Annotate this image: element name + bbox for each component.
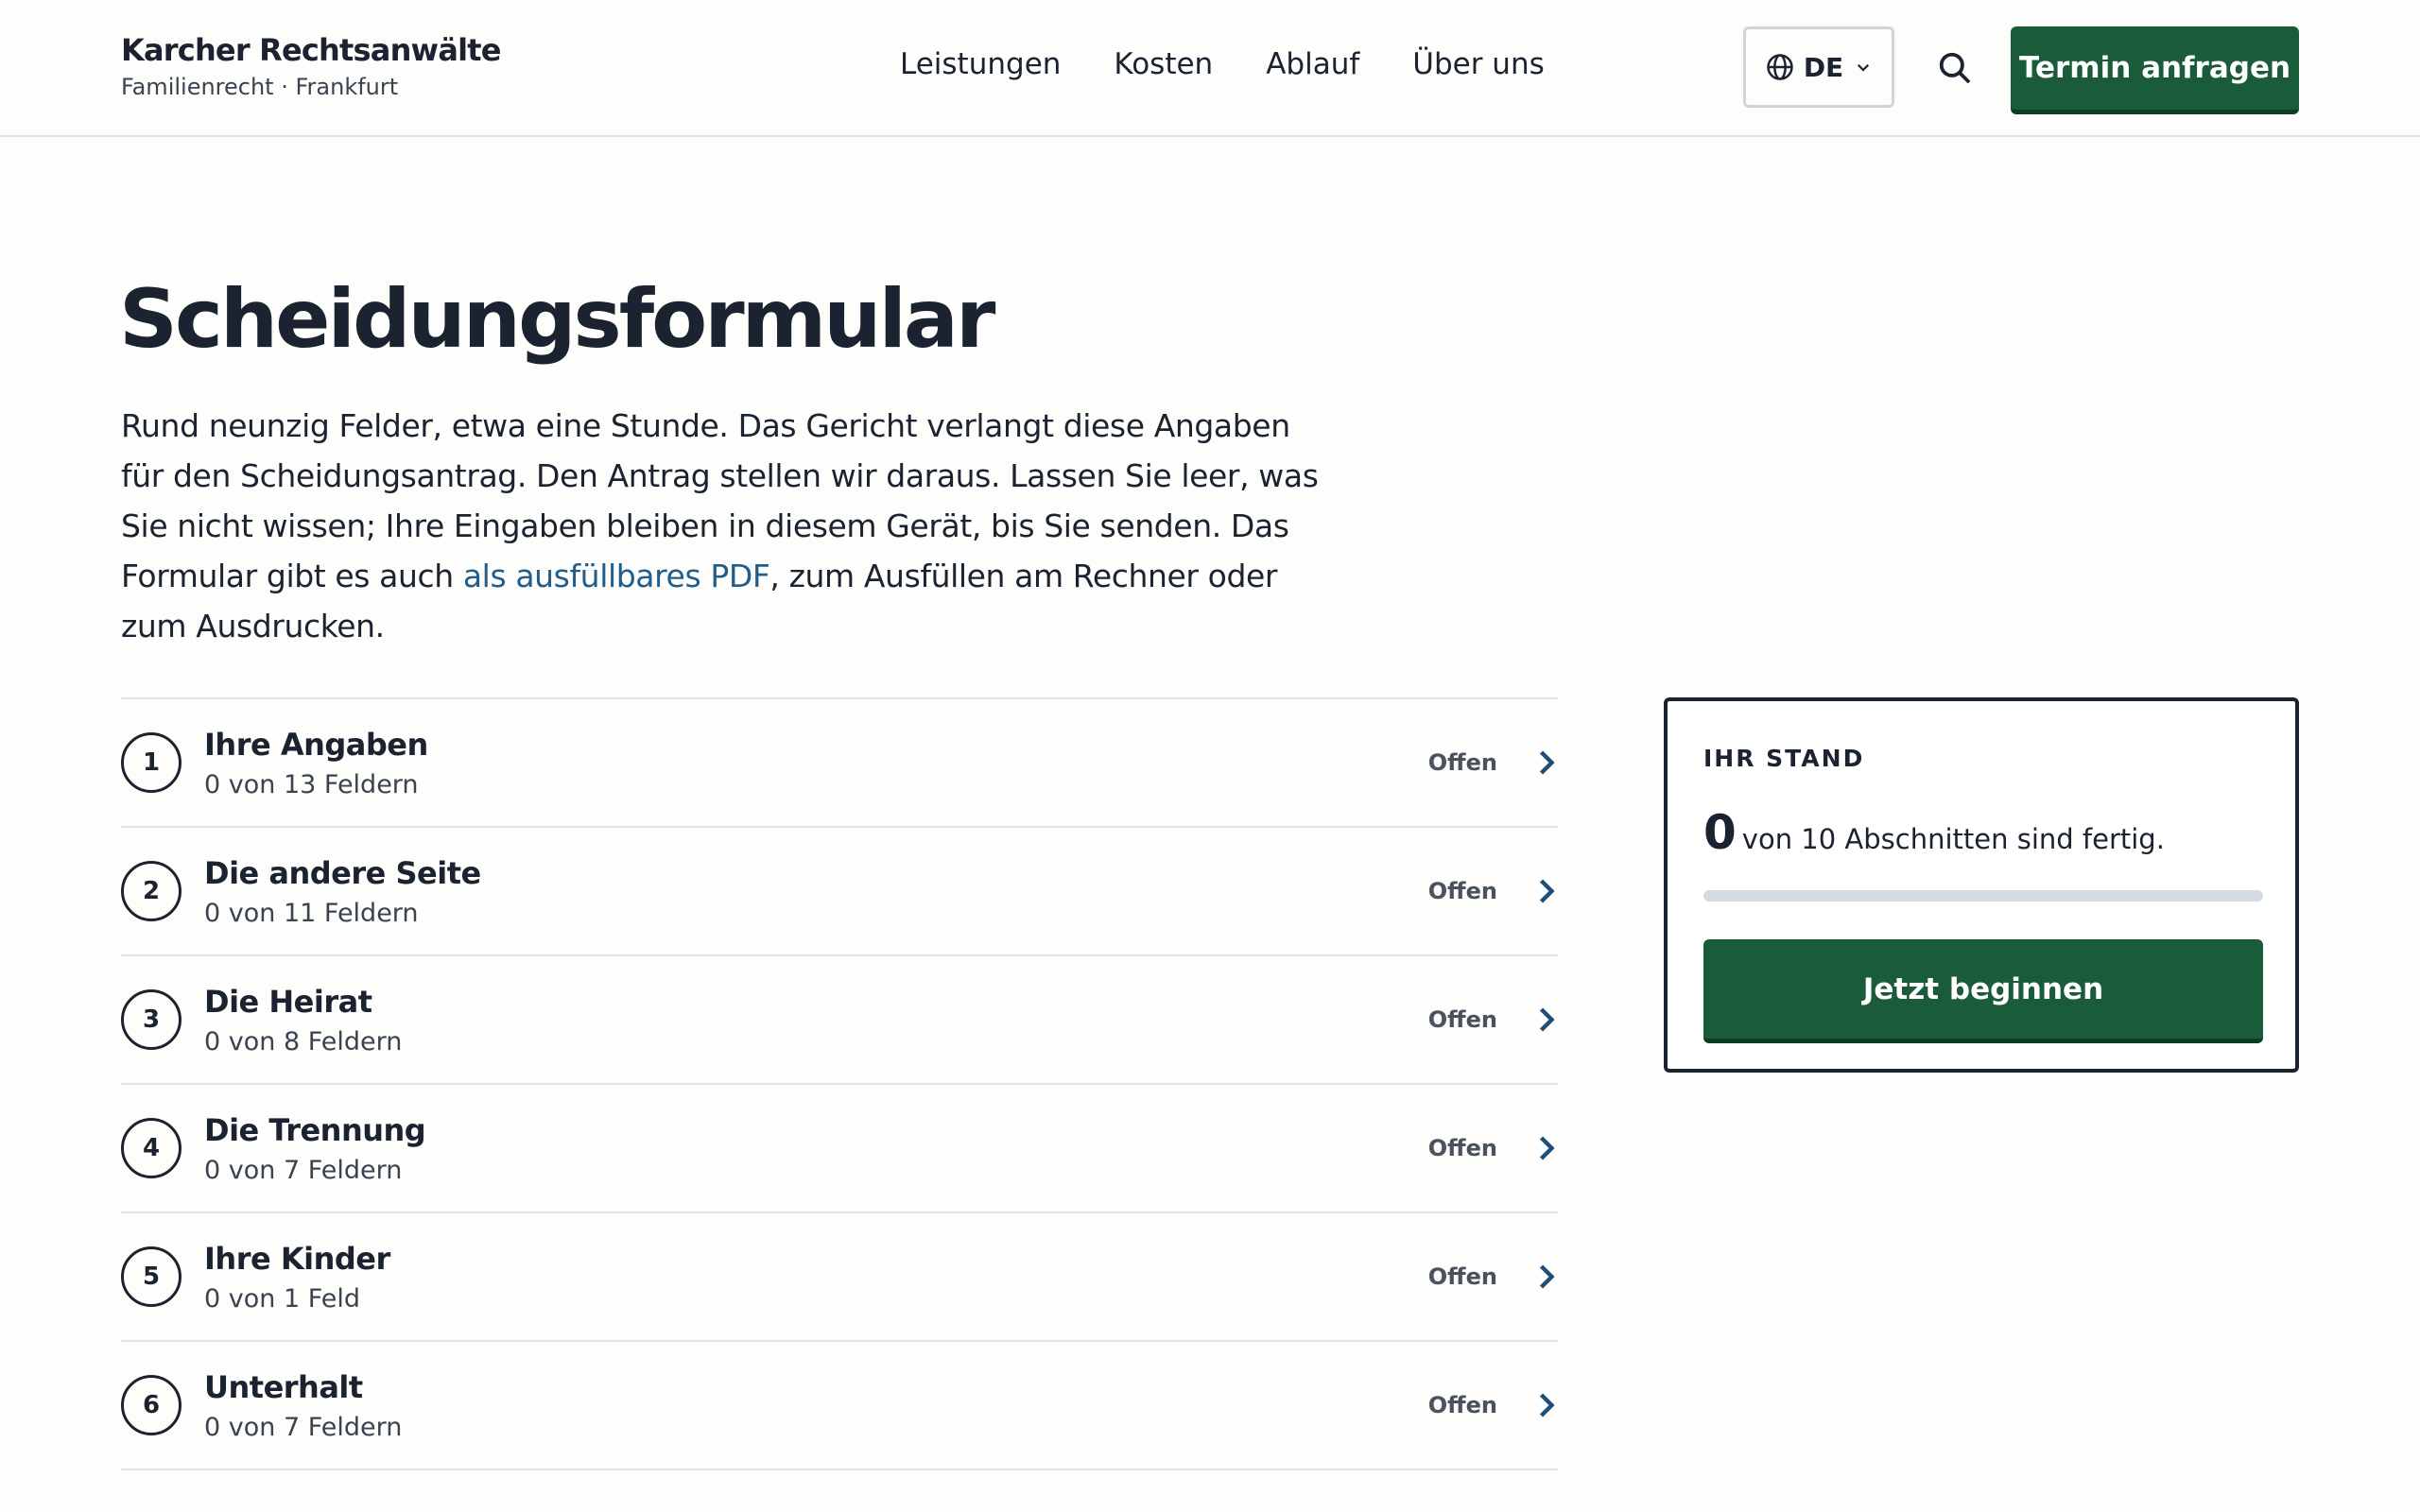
section-number: 3 xyxy=(121,989,182,1050)
section-text: Die Heirat 0 von 8 Feldern xyxy=(204,984,402,1057)
chevron-down-icon xyxy=(1858,63,1870,72)
section-text: Unterhalt 0 von 7 Feldern xyxy=(204,1369,402,1442)
site-header: Karcher Rechtsanwälte Familienrecht · Fr… xyxy=(0,0,2420,137)
chevron-right-icon xyxy=(1535,748,1558,777)
section-status: Offen xyxy=(1427,1135,1497,1161)
section-title: Die Trennung xyxy=(204,1111,426,1148)
search-button[interactable] xyxy=(1934,47,1976,89)
section-row[interactable]: 4 Die Trennung 0 von 7 Feldern Offen xyxy=(121,1085,1558,1213)
nav-item-ablauf[interactable]: Ablauf xyxy=(1266,47,1359,81)
section-number: 5 xyxy=(121,1246,182,1307)
section-status: Offen xyxy=(1427,749,1497,776)
section-status: Offen xyxy=(1427,1006,1497,1033)
chevron-right-icon xyxy=(1535,1134,1558,1162)
progress-summary: 0 von 10 Abschnitten sind fertig. xyxy=(1703,805,2165,860)
progress-bar xyxy=(1703,890,2263,902)
request-appointment-button[interactable]: Termin anfragen xyxy=(2011,26,2299,114)
section-field-count: 0 von 1 Feld xyxy=(204,1283,361,1314)
section-row[interactable]: 1 Ihre Angaben 0 von 13 Feldern Offen xyxy=(121,699,1558,828)
nav-item-ueber-uns[interactable]: Über uns xyxy=(1412,47,1545,81)
intro-text: Rund neunzig Felder, etwa eine Stunde. D… xyxy=(121,401,1340,651)
section-row[interactable]: 6 Unterhalt 0 von 7 Feldern Offen xyxy=(121,1342,1558,1470)
section-row[interactable]: 5 Ihre Kinder 0 von 1 Feld Offen xyxy=(121,1213,1558,1342)
section-row[interactable]: 2 Die andere Seite 0 von 11 Feldern Offe… xyxy=(121,828,1558,956)
language-selector[interactable]: DE xyxy=(1743,26,1894,108)
section-status: Offen xyxy=(1427,1263,1497,1290)
chevron-right-icon xyxy=(1535,877,1558,905)
main-nav: Leistungen Kosten Ablauf Über uns xyxy=(900,47,1598,81)
section-status: Offen xyxy=(1427,878,1497,904)
section-field-count: 0 von 7 Feldern xyxy=(204,1412,403,1442)
brand[interactable]: Karcher Rechtsanwälte Familienrecht · Fr… xyxy=(121,32,501,100)
section-number: 2 xyxy=(121,861,182,921)
sections-done-count: 0 xyxy=(1703,805,1737,860)
nav-item-kosten[interactable]: Kosten xyxy=(1114,47,1213,81)
brand-subtitle: Familienrecht · Frankfurt xyxy=(121,74,399,100)
section-number: 4 xyxy=(121,1118,182,1178)
section-title: Ihre Kinder xyxy=(204,1240,390,1277)
chevron-right-icon xyxy=(1535,1005,1558,1034)
globe-icon xyxy=(1767,54,1793,80)
chevron-right-icon xyxy=(1535,1263,1558,1291)
progress-panel: IHR STAND 0 von 10 Abschnitten sind ferti… xyxy=(1664,697,2299,1073)
section-status: Offen xyxy=(1427,1392,1497,1418)
brand-name: Karcher Rechtsanwälte xyxy=(121,32,501,68)
section-text: Ihre Angaben 0 von 13 Feldern xyxy=(204,727,428,799)
chevron-right-icon xyxy=(1535,1391,1558,1419)
section-text: Die Trennung 0 von 7 Feldern xyxy=(204,1111,426,1185)
section-number: 1 xyxy=(121,732,182,793)
sections-done-text: von 10 Abschnitten sind fertig. xyxy=(1741,823,2165,855)
language-label: DE xyxy=(1803,51,1844,83)
section-title: Unterhalt xyxy=(204,1368,363,1405)
section-field-count: 0 von 7 Feldern xyxy=(204,1155,403,1185)
section-field-count: 0 von 8 Feldern xyxy=(204,1026,403,1057)
start-now-button[interactable]: Jetzt beginnen xyxy=(1703,939,2263,1043)
section-field-count: 0 von 13 Feldern xyxy=(204,769,419,799)
section-title: Ihre Angaben xyxy=(204,726,428,763)
search-icon xyxy=(1939,52,1971,84)
section-title: Die Heirat xyxy=(204,983,372,1020)
section-title: Die andere Seite xyxy=(204,854,481,891)
section-text: Ihre Kinder 0 von 1 Feld xyxy=(204,1241,390,1314)
nav-item-leistungen[interactable]: Leistungen xyxy=(900,47,1061,81)
progress-panel-label: IHR STAND xyxy=(1703,745,1865,772)
section-list: 1 Ihre Angaben 0 von 13 Feldern Offen 2 … xyxy=(121,697,1558,1470)
section-text: Die andere Seite 0 von 11 Feldern xyxy=(204,855,481,928)
pdf-link[interactable]: als ausfüllbares PDF xyxy=(463,558,770,594)
page-title: Scheidungsformular xyxy=(119,272,995,367)
section-number: 6 xyxy=(121,1375,182,1435)
section-row[interactable]: 3 Die Heirat 0 von 8 Feldern Offen xyxy=(121,956,1558,1085)
section-field-count: 0 von 11 Feldern xyxy=(204,898,419,928)
